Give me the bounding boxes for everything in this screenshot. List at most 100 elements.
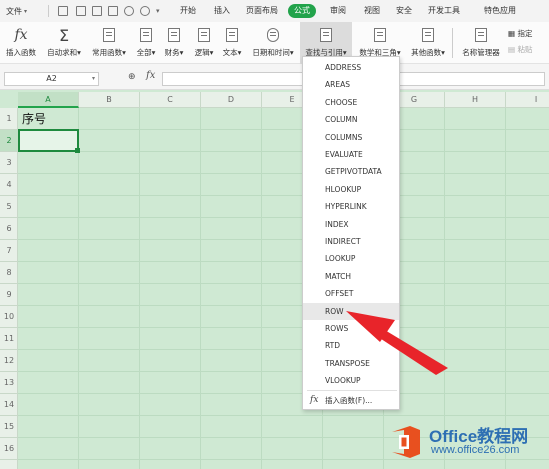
tab-formulas[interactable]: 公式 — [288, 4, 316, 18]
menu-item-areas[interactable]: AREAS — [303, 76, 399, 93]
menu-item-offset[interactable]: OFFSET — [303, 285, 399, 302]
column-header-i[interactable]: I — [506, 92, 549, 108]
column-header-c[interactable]: C — [140, 92, 201, 108]
menu-item-getpivotdata[interactable]: GETPIVOTDATA — [303, 163, 399, 180]
row-header[interactable]: 11 — [0, 328, 18, 350]
row-header[interactable]: 4 — [0, 174, 18, 196]
row-header[interactable]: 7 — [0, 240, 18, 262]
menu-item-insert-function[interactable]: fx 插入函数(F)... — [303, 392, 399, 409]
all-functions-button[interactable]: 全部▾ — [134, 22, 158, 64]
insert-function-label: 插入函数 — [6, 48, 36, 57]
tab-developer[interactable]: 开发工具 — [428, 0, 460, 22]
tab-insert[interactable]: 插入 — [214, 0, 230, 22]
column-header-b[interactable]: B — [79, 92, 140, 108]
fill-handle[interactable] — [75, 148, 80, 153]
chevron-down-icon[interactable]: ▾ — [92, 73, 95, 85]
cell-a2-selected[interactable] — [18, 129, 80, 153]
tab-special-apps[interactable]: 特色应用 — [484, 0, 516, 22]
cell-area[interactable]: 序号 — [18, 108, 549, 469]
column-header-a[interactable]: A — [18, 92, 79, 108]
tab-review[interactable]: 审阅 — [330, 0, 346, 22]
row-header[interactable]: 12 — [0, 350, 18, 372]
print-icon[interactable] — [92, 6, 102, 16]
cell-a1[interactable]: 序号 — [22, 110, 46, 127]
financial-label: 财务▾ — [164, 48, 184, 57]
tab-view[interactable]: 视图 — [364, 0, 380, 22]
row-header[interactable]: 3 — [0, 152, 18, 174]
fx-icon[interactable]: fx — [146, 70, 155, 81]
logical-button[interactable]: 逻辑▾ — [192, 22, 216, 64]
menu-item-lookup[interactable]: LOOKUP — [303, 250, 399, 267]
menu-item-rows[interactable]: ROWS — [303, 320, 399, 337]
file-menu[interactable]: 文件 ▾ — [6, 0, 27, 22]
specify-label: 指定 — [517, 29, 533, 38]
chevron-down-icon: ▾ — [24, 7, 28, 15]
other-functions-icon — [420, 27, 436, 43]
other-functions-button[interactable]: 其他函数▾ — [408, 22, 448, 64]
menu-item-transpose[interactable]: TRANSPOSE — [303, 355, 399, 372]
text-functions-button[interactable]: 文本▾ — [220, 22, 244, 64]
name-manager-icon — [473, 27, 489, 43]
redo-icon[interactable] — [140, 6, 150, 16]
name-manager-label: 名称管理器 — [462, 48, 500, 57]
name-box[interactable]: A2 ▾ — [4, 72, 99, 86]
financial-button[interactable]: 财务▾ — [162, 22, 186, 64]
row-header[interactable]: 8 — [0, 262, 18, 284]
zoom-icon[interactable]: ⊕ — [128, 72, 136, 82]
menu-item-indirect[interactable]: INDIRECT — [303, 233, 399, 250]
row-header[interactable]: 2 — [0, 130, 18, 152]
common-functions-label: 常用函数▾ — [92, 48, 126, 57]
undo-icon[interactable] — [124, 6, 134, 16]
insert-function-menu-label: 插入函数(F)... — [325, 396, 373, 405]
row-header[interactable]: 1 — [0, 108, 18, 130]
sigma-icon: Σ — [58, 25, 70, 45]
row-header[interactable]: 13 — [0, 372, 18, 394]
menu-item-vlookup[interactable]: VLOOKUP — [303, 372, 399, 389]
column-header-h[interactable]: H — [445, 92, 506, 108]
autosum-label: 自动求和▾ — [47, 48, 81, 57]
paste-name-button[interactable]: ▤ 粘贴 — [508, 44, 532, 55]
preview-icon[interactable] — [108, 6, 118, 16]
more-chevron-icon[interactable]: ▾ — [156, 6, 166, 16]
logical-icon — [196, 27, 212, 43]
watermark-url: www.office26.com — [431, 444, 520, 456]
save-icon[interactable] — [58, 6, 68, 16]
text-icon — [224, 27, 240, 43]
column-header-d[interactable]: D — [201, 92, 262, 108]
row-header[interactable]: 5 — [0, 196, 18, 218]
autosum-button[interactable]: Σ 自动求和▾ — [44, 22, 84, 64]
row-header[interactable]: 15 — [0, 416, 18, 438]
file-menu-label: 文件 — [6, 6, 22, 16]
menu-item-rtd[interactable]: RTD — [303, 337, 399, 354]
export-pdf-icon[interactable] — [76, 6, 86, 16]
menu-item-match[interactable]: MATCH — [303, 268, 399, 285]
fx-icon: fx — [310, 395, 319, 405]
menu-item-column[interactable]: COLUMN — [303, 111, 399, 128]
menu-item-columns[interactable]: COLUMNS — [303, 129, 399, 146]
tab-security[interactable]: 安全 — [396, 0, 412, 22]
row-header[interactable]: 14 — [0, 394, 18, 416]
watermark: Office教程网 www.office26.com — [384, 418, 549, 469]
menu-item-row[interactable]: ROW — [303, 302, 399, 320]
menu-item-choose[interactable]: CHOOSE — [303, 94, 399, 111]
row-header[interactable]: 9 — [0, 284, 18, 306]
row-header[interactable]: 16 — [0, 438, 18, 460]
menu-item-evaluate[interactable]: EVALUATE — [303, 146, 399, 163]
name-manager-button[interactable]: 名称管理器 — [458, 22, 504, 64]
fx-icon: fx — [14, 27, 28, 43]
lookup-icon — [318, 27, 334, 43]
tab-page-layout[interactable]: 页面布局 — [246, 0, 278, 22]
insert-function-button[interactable]: fx 插入函数 — [4, 22, 38, 64]
datetime-button[interactable]: 日期和时间▾ — [250, 22, 296, 64]
common-functions-button[interactable]: 常用函数▾ — [88, 22, 130, 64]
row-header[interactable]: 6 — [0, 218, 18, 240]
specify-button[interactable]: ▦ 指定 — [508, 28, 532, 39]
paste-label: 粘贴 — [517, 45, 533, 54]
menu-item-hlookup[interactable]: HLOOKUP — [303, 181, 399, 198]
row-header[interactable]: 10 — [0, 306, 18, 328]
tab-home[interactable]: 开始 — [180, 0, 196, 22]
menu-item-hyperlink[interactable]: HYPERLINK — [303, 198, 399, 215]
financial-icon — [166, 27, 182, 43]
menu-item-address[interactable]: ADDRESS — [303, 59, 399, 76]
menu-item-index[interactable]: INDEX — [303, 216, 399, 233]
